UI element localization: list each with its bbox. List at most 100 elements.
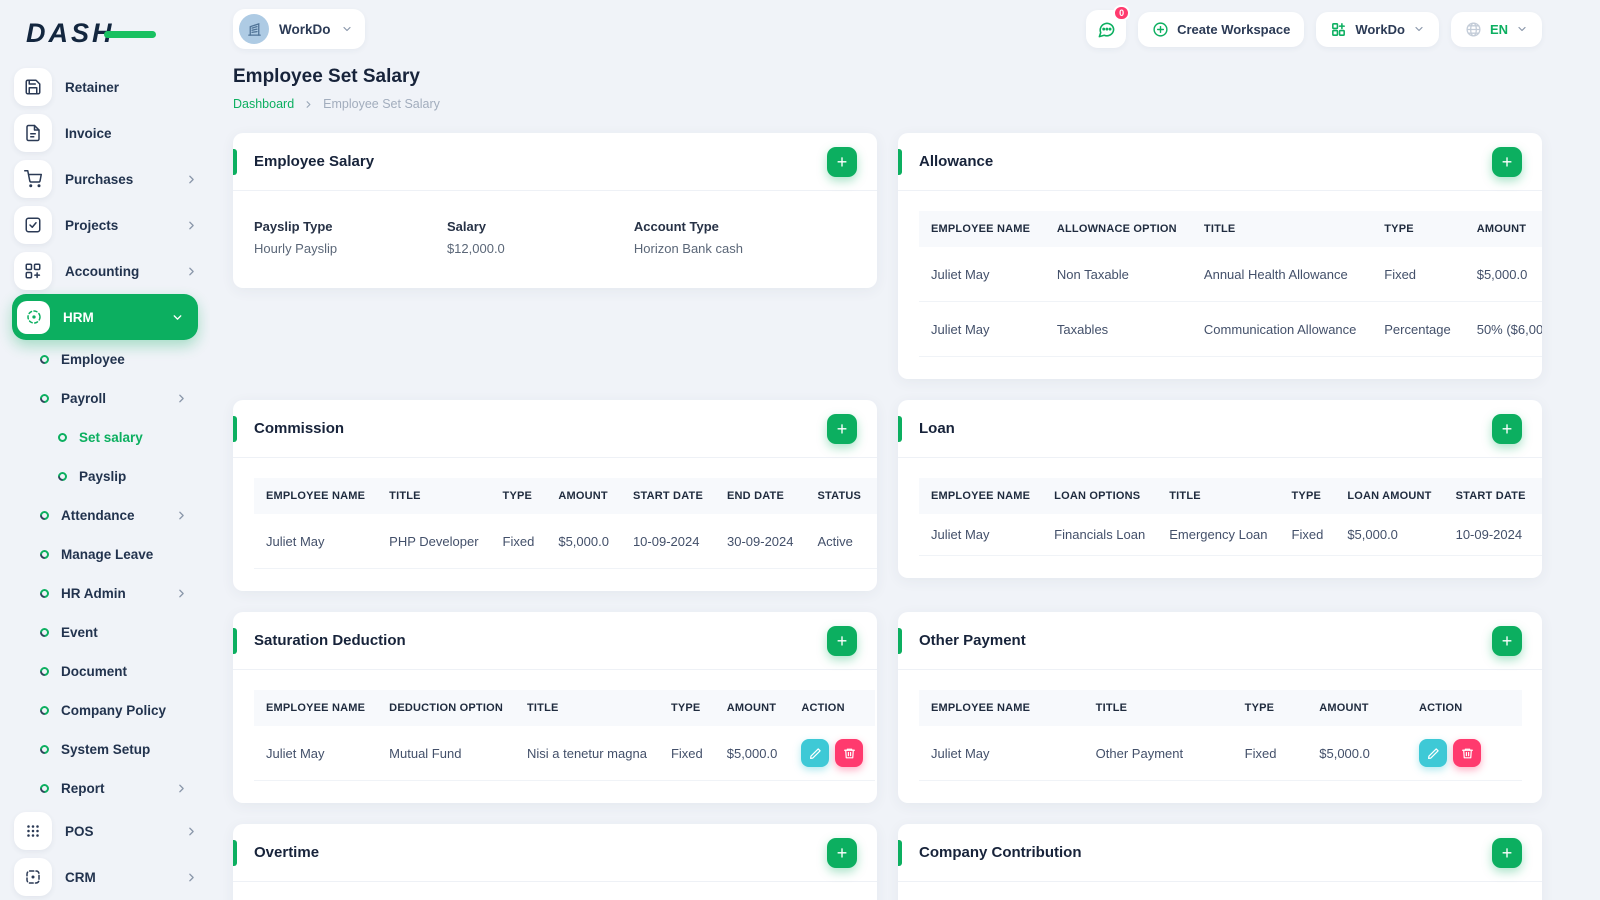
grid-plus-icon (14, 252, 52, 290)
add-employee-salary-button[interactable]: + (827, 146, 857, 177)
sidebar-item-label: Company Policy (61, 703, 167, 718)
add-commission-button[interactable]: + (827, 413, 857, 444)
bullet-icon (56, 470, 69, 483)
sidebar-item-retainer[interactable]: Retainer (12, 64, 210, 110)
card-header: Overtime + (233, 824, 877, 882)
sidebar-item-payroll[interactable]: Payroll (12, 379, 210, 418)
sidebar-item-label: CRM (65, 869, 96, 885)
cell-loan-amount: $5,000.0 (1335, 514, 1444, 556)
cell-employee-name: Juliet May (919, 247, 1045, 302)
loan-card: Loan + EMPLOYEE NAME LOAN OPTIONS TITLE … (898, 400, 1542, 578)
card-title: Overtime (254, 844, 320, 861)
globe-icon (1466, 21, 1481, 37)
grid-plus-icon (1332, 22, 1346, 36)
employee-salary-body: Payslip Type Hourly Payslip Salary $12,0… (233, 191, 877, 288)
sidebar-item-hr-admin[interactable]: HR Admin (12, 574, 210, 613)
sidebar-item-accounting[interactable]: Accounting (12, 248, 210, 294)
sidebar-item-label: Retainer (65, 79, 120, 95)
sidebar-item-company-policy[interactable]: Company Policy (12, 691, 210, 730)
save-icon (14, 68, 52, 106)
sidebar-item-event[interactable]: Event (12, 613, 210, 652)
cell-amount: $5,000.0 (546, 514, 621, 569)
allowance-card: Allowance + EMPLOYEE NAME ALLOWNACE OPTI… (898, 133, 1542, 379)
bullet-icon (38, 743, 51, 756)
create-workspace-button[interactable]: Create Workspace (1138, 11, 1305, 47)
sidebar-item-invoice[interactable]: Invoice (12, 110, 210, 156)
app-logo[interactable]: DASH (12, 8, 210, 58)
sidebar-item-purchases[interactable]: Purchases (12, 156, 210, 202)
card-header: Employee Salary + (233, 133, 877, 191)
column-header: END DATE (714, 478, 806, 514)
company-contribution-body (898, 882, 1542, 900)
sidebar-item-crm[interactable]: CRM (12, 854, 210, 900)
field-value: $12,000.0 (446, 241, 505, 256)
bullet-icon (56, 431, 69, 444)
bullet-icon (38, 548, 51, 561)
sidebar-item-document[interactable]: Document (12, 652, 210, 691)
employee-salary-card: Employee Salary + Payslip Type Hourly Pa… (233, 133, 877, 288)
column-header: AMOUNT (1464, 211, 1542, 247)
add-allowance-button[interactable]: + (1492, 146, 1522, 177)
pencil-icon (809, 747, 821, 759)
add-overtime-button[interactable]: + (827, 837, 857, 868)
chevron-right-icon (185, 173, 198, 186)
company-contribution-card: Company Contribution + (898, 824, 1542, 900)
card-title: Employee Salary (254, 153, 375, 170)
sidebar-item-pos[interactable]: POS (12, 808, 210, 854)
column-header: LOAN AMOUNT (1335, 478, 1444, 514)
language-selector[interactable]: EN (1450, 11, 1542, 47)
commission-card: Commission + EMPLOYEE NAME TITLE TYPE AM… (233, 400, 877, 591)
card-header: Loan + (898, 400, 1542, 458)
cell-employee-name: Juliet May (919, 726, 1084, 781)
column-header: ACTION (873, 478, 877, 514)
bullet-icon (38, 587, 51, 600)
card-accent-bar (233, 149, 237, 175)
sidebar-item-manage-leave[interactable]: Manage Leave (12, 535, 210, 574)
cell-title: Other Payment (1083, 726, 1233, 781)
overtime-body (233, 882, 877, 900)
commission-table: EMPLOYEE NAME TITLE TYPE AMOUNT START DA… (233, 458, 877, 591)
sidebar-item-attendance[interactable]: Attendance (12, 496, 210, 535)
bullet-icon (38, 704, 51, 717)
column-header: TITLE (514, 690, 659, 726)
cell-type: Fixed (658, 726, 715, 781)
hrm-circle-icon (17, 300, 50, 334)
card-accent-bar (898, 149, 902, 175)
sidebar-item-employee[interactable]: Employee (12, 340, 210, 379)
add-loan-button[interactable]: + (1492, 413, 1522, 444)
sidebar-item-report[interactable]: Report (12, 769, 210, 808)
delete-button[interactable] (835, 739, 864, 767)
cell-loan-options: Financials Loan (1042, 514, 1158, 556)
sidebar-item-label: Invoice (65, 125, 112, 141)
sidebar-item-label: System Setup (61, 742, 151, 757)
workspace-selector[interactable]: WorkDo (233, 9, 365, 49)
workspace-menu-button[interactable]: WorkDo (1316, 11, 1439, 47)
messages-button[interactable]: 0 (1086, 5, 1131, 48)
messages-badge: 0 (1113, 5, 1131, 21)
add-other-payment-button[interactable]: + (1492, 625, 1522, 656)
cell-type: Fixed (1372, 247, 1465, 302)
card-accent-bar (233, 416, 237, 442)
add-saturation-deduction-button[interactable]: + (827, 625, 857, 656)
cell-amount: 50% ($6,000.0) (1464, 301, 1542, 357)
bullet-icon (38, 509, 51, 522)
chevron-right-icon (175, 587, 188, 600)
edit-button[interactable] (801, 739, 830, 767)
add-company-contribution-button[interactable]: + (1492, 837, 1522, 868)
column-header: AMOUNT (714, 690, 790, 726)
sidebar-item-label: Event (61, 625, 98, 640)
sidebar-item-hrm[interactable]: HRM (12, 294, 198, 340)
delete-button[interactable] (1453, 739, 1481, 767)
cell-employee-name: Juliet May (919, 514, 1043, 556)
sidebar-item-set-salary[interactable]: Set salary (12, 418, 210, 457)
sidebar-item-payslip[interactable]: Payslip (12, 457, 210, 496)
card-accent-bar (898, 840, 902, 866)
cell-start-date: 10-09-2024 (1443, 514, 1538, 556)
edit-button[interactable] (1419, 739, 1447, 767)
sidebar-item-system-setup[interactable]: System Setup (12, 730, 210, 769)
breadcrumb-dashboard-link[interactable]: Dashboard (233, 97, 294, 111)
other-payment-card: Other Payment + EMPLOYEE NAME TITLE TYPE… (898, 612, 1542, 803)
cell-title: Communication Allowance (1191, 301, 1373, 357)
sidebar-item-projects[interactable]: Projects (12, 202, 210, 248)
saturation-deduction-card: Saturation Deduction + EMPLOYEE NAME DED… (233, 612, 877, 803)
